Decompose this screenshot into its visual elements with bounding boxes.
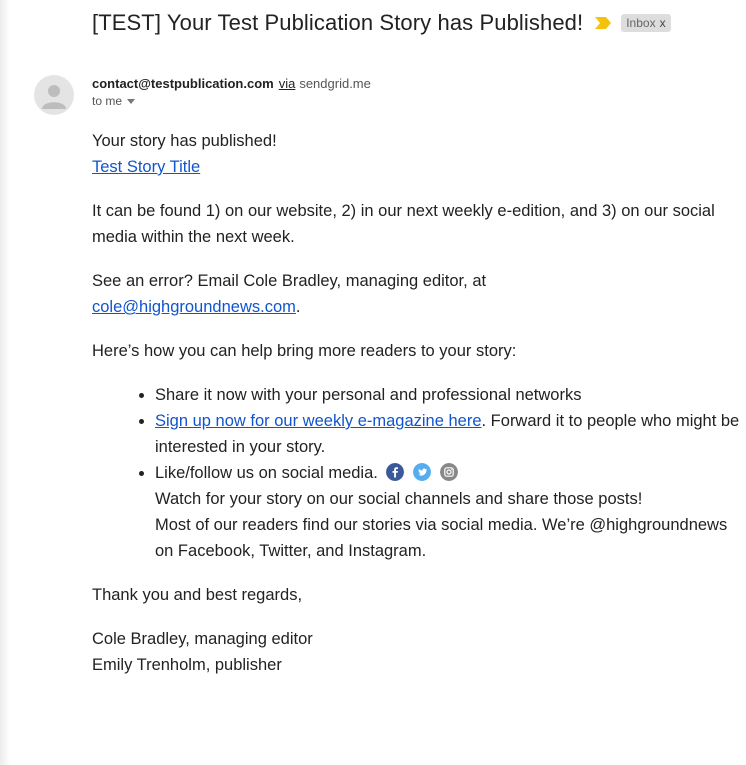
sender-line: contact@testpublication.com via sendgrid.m… bbox=[92, 76, 371, 91]
inbox-label-text: Inbox bbox=[626, 16, 656, 30]
recipient-details-toggle[interactable]: to me bbox=[92, 94, 371, 108]
remove-label-icon[interactable]: x bbox=[660, 16, 666, 30]
help-list: Share it now with your personal and prof… bbox=[92, 382, 742, 564]
closing-text: Thank you and best regards, bbox=[92, 586, 303, 604]
sender-avatar[interactable] bbox=[34, 75, 74, 115]
subject-row: [TEST] Your Test Publication Story has P… bbox=[92, 10, 671, 36]
person-icon bbox=[42, 85, 66, 109]
email-body: Your story has published! Test Story Tit… bbox=[92, 128, 742, 678]
email-subject: [TEST] Your Test Publication Story has P… bbox=[92, 10, 584, 35]
editor-email-link[interactable]: cole@highgroundnews.com bbox=[92, 298, 296, 316]
help-heading: Here’s how you can help bring more reade… bbox=[92, 342, 517, 360]
facebook-icon[interactable] bbox=[386, 463, 405, 481]
list-item: Share it now with your personal and prof… bbox=[155, 382, 742, 408]
story-title-link[interactable]: Test Story Title bbox=[92, 158, 200, 176]
via-domain: sendgrid.me bbox=[299, 76, 371, 91]
sender-email[interactable]: contact@testpublication.com bbox=[92, 76, 274, 91]
inbox-label[interactable]: Inbox x bbox=[621, 14, 671, 32]
signature-publisher: Emily Trenholm, publisher bbox=[92, 656, 282, 674]
sender-block: contact@testpublication.com via sendgrid.m… bbox=[92, 76, 371, 108]
list-item: Sign up now for our weekly e-magazine he… bbox=[155, 408, 742, 460]
twitter-icon[interactable] bbox=[413, 463, 432, 481]
instagram-icon[interactable] bbox=[439, 463, 458, 481]
intro-text: Your story has published! bbox=[92, 132, 277, 150]
error-text: See an error? Email Cole Bradley, managi… bbox=[92, 272, 487, 316]
left-shadow bbox=[0, 0, 10, 765]
to-me-label: to me bbox=[92, 94, 123, 108]
newsletter-signup-link[interactable]: Sign up now for our weekly e-magazine he… bbox=[155, 412, 482, 430]
found-text: It can be found 1) on our website, 2) in… bbox=[92, 202, 715, 246]
list-item: Like/follow us on social media. Watch fo… bbox=[155, 460, 742, 564]
signature-editor: Cole Bradley, managing editor bbox=[92, 630, 313, 648]
via-link[interactable]: via bbox=[279, 76, 296, 91]
importance-marker-icon[interactable] bbox=[595, 17, 612, 29]
chevron-down-icon bbox=[127, 98, 136, 104]
